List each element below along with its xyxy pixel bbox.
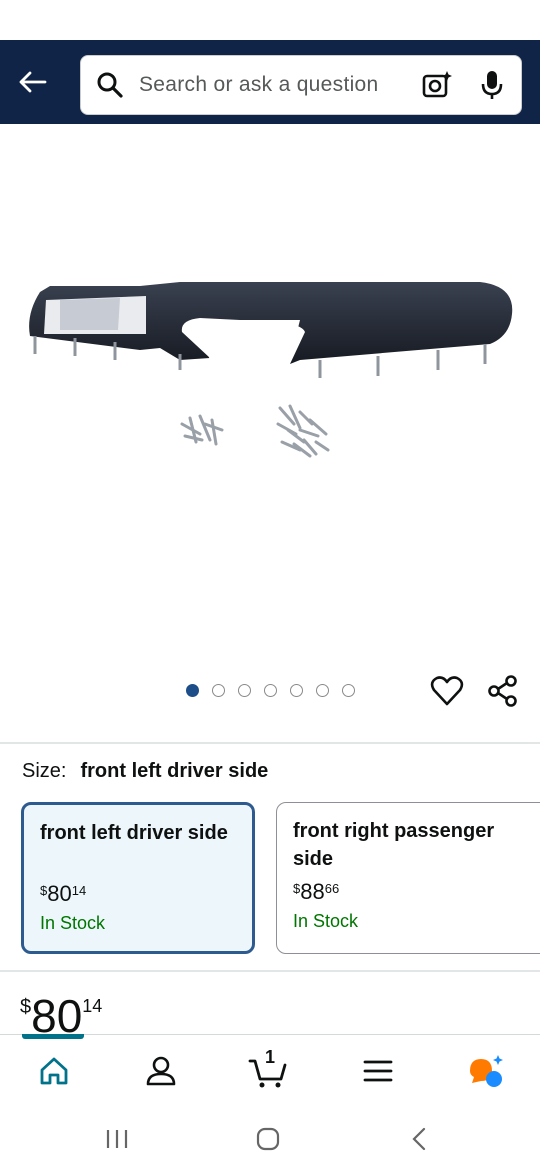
menu-icon — [363, 1060, 393, 1082]
back-system-button[interactable] — [404, 1124, 434, 1154]
header-bar: Search or ask a question — [0, 40, 540, 124]
product-image[interactable] — [0, 124, 540, 674]
nav-cart[interactable]: 1 — [246, 1047, 290, 1093]
home-icon — [40, 1057, 68, 1085]
share-button[interactable] — [486, 674, 520, 708]
active-tab-indicator — [22, 1034, 84, 1039]
pagination-dot[interactable] — [212, 684, 225, 697]
home-circle-icon — [256, 1127, 280, 1151]
ai-assistant-icon — [470, 1055, 503, 1087]
cart-count-badge: 1 — [265, 1047, 276, 1067]
search-input[interactable]: Search or ask a question — [80, 55, 522, 115]
recent-apps-icon — [106, 1130, 128, 1148]
camera-search-icon[interactable] — [419, 67, 455, 103]
chevron-left-icon — [412, 1127, 426, 1151]
size-selected-value: front left driver side — [80, 760, 269, 782]
back-button[interactable] — [12, 62, 52, 102]
search-placeholder: Search or ask a question — [139, 73, 379, 96]
size-option-front-right[interactable]: front right passenger side $ 88 66 In St… — [276, 802, 540, 954]
pagination-dot[interactable] — [186, 684, 199, 697]
nav-home[interactable] — [32, 1049, 76, 1093]
size-option-name: front right passenger side — [293, 820, 495, 870]
divider — [0, 742, 540, 744]
pagination-dot[interactable] — [290, 684, 303, 697]
size-option-price: $ 88 66 — [293, 879, 340, 904]
size-label: Size: — [22, 760, 67, 782]
status-bar — [0, 0, 540, 40]
size-option-front-left[interactable]: front left driver side $ 80 14 In Stock — [21, 802, 255, 954]
search-icon — [95, 70, 125, 100]
system-navigation-bar — [0, 1106, 540, 1170]
divider — [0, 970, 540, 972]
pagination-dot[interactable] — [342, 684, 355, 697]
recent-apps-button[interactable] — [102, 1124, 132, 1154]
size-selector-header: Size: front left driver side — [22, 760, 268, 783]
stock-status: In Stock — [293, 911, 359, 931]
nav-rufus-assistant[interactable] — [464, 1049, 508, 1093]
nav-menu[interactable] — [356, 1049, 400, 1093]
size-option-name: front left driver side — [40, 822, 228, 844]
wishlist-button[interactable] — [430, 674, 464, 708]
microphone-icon[interactable] — [477, 67, 507, 103]
heart-icon — [430, 676, 464, 706]
pagination-dot[interactable] — [238, 684, 251, 697]
share-icon — [488, 675, 517, 707]
home-system-button[interactable] — [253, 1124, 283, 1154]
size-option-price: $ 80 14 — [40, 881, 87, 906]
stock-status: In Stock — [40, 913, 106, 933]
back-arrow-icon — [19, 71, 47, 93]
bottom-navigation: 1 — [0, 1034, 540, 1106]
pagination-dot[interactable] — [264, 684, 277, 697]
image-pagination[interactable] — [186, 684, 355, 697]
pagination-dot[interactable] — [316, 684, 329, 697]
user-icon — [146, 1056, 176, 1086]
nav-account[interactable] — [139, 1049, 183, 1093]
